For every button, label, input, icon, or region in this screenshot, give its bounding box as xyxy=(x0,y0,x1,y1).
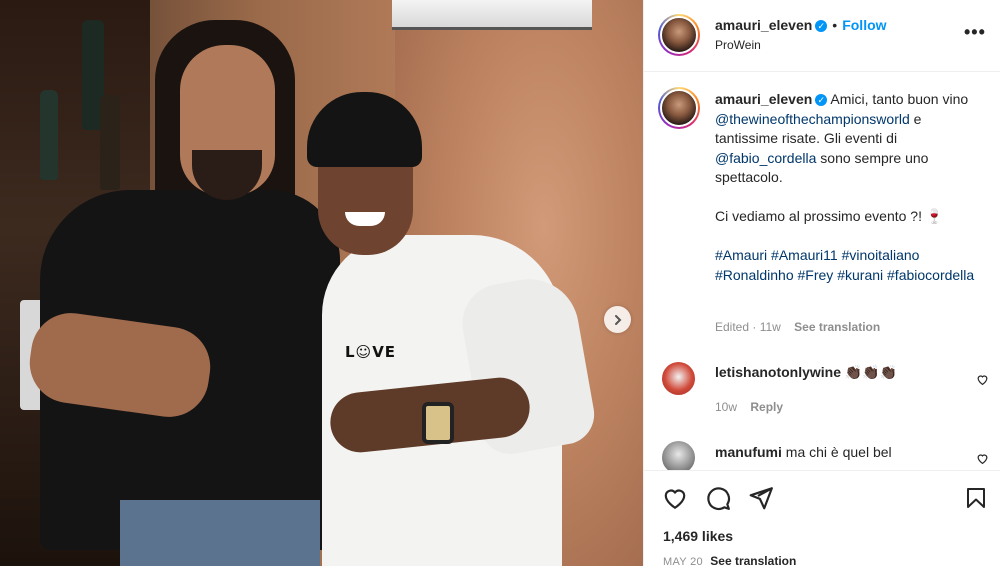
post-photo[interactable]: L☺VE xyxy=(0,0,643,566)
mention-link[interactable]: @fabio_cordella xyxy=(715,150,816,166)
post-location[interactable]: ProWein xyxy=(715,38,761,52)
like-comment-heart-icon[interactable] xyxy=(976,373,989,386)
caption-text-4: Ci vediamo al prossimo evento ?! 🍷 xyxy=(715,208,944,224)
mention-link[interactable]: @thewineofthechampionsworld xyxy=(715,111,910,127)
comment-avatar[interactable] xyxy=(662,362,695,395)
hashtag-link[interactable]: #Frey xyxy=(798,267,834,283)
more-options-icon[interactable]: ••• xyxy=(964,22,986,43)
reply-button[interactable]: Reply xyxy=(750,400,783,414)
hashtag-link[interactable]: #Amauri11 xyxy=(771,247,838,263)
see-translation-link[interactable]: See translation xyxy=(710,554,796,566)
follow-button[interactable]: Follow xyxy=(842,17,886,33)
wristwatch xyxy=(422,402,454,444)
comment-username[interactable]: manufumi xyxy=(715,444,782,460)
verified-badge-icon: ✓ xyxy=(815,19,828,32)
comment-age: 10w xyxy=(715,400,738,414)
hashtag-link[interactable]: #vinoitaliano xyxy=(842,247,920,263)
author-username[interactable]: amauri_eleven xyxy=(715,17,812,33)
shirt-print-text: L☺VE xyxy=(345,343,397,361)
edited-timestamp: Edited · 11w xyxy=(715,320,781,334)
see-translation-link[interactable]: See translation xyxy=(794,320,880,334)
comment-item: manufumi ma chi è quel bel xyxy=(715,444,892,460)
post-header: amauri_eleven ✓ • Follow ProWein ••• xyxy=(644,0,1000,72)
post-date: MAY 20 See translation xyxy=(663,554,796,566)
caption-meta: Edited · 11w See translation xyxy=(715,320,880,334)
caption-text-1: Amici, tanto buon vino xyxy=(830,91,969,107)
heart-icon[interactable] xyxy=(662,485,688,511)
comment-body: ma chi è quel bel xyxy=(785,444,892,460)
chevron-right-icon xyxy=(614,314,621,325)
share-icon[interactable] xyxy=(748,485,774,511)
comment-body: 👏🏿👏🏿👏🏿 xyxy=(844,364,898,380)
post-date-text: MAY 20 xyxy=(663,556,703,566)
air-conditioner xyxy=(392,0,592,30)
comment-meta: 10w Reply xyxy=(715,400,783,414)
separator-dot: • xyxy=(832,17,838,33)
hashtag-link[interactable]: #Ronaldinho xyxy=(715,267,794,283)
likes-count[interactable]: 1,469 likes xyxy=(663,528,733,544)
like-comment-heart-icon[interactable] xyxy=(976,452,989,465)
comment-item: letishanotonlywine 👏🏿👏🏿👏🏿 xyxy=(715,364,897,381)
post-actions: 1,469 likes MAY 20 See translation xyxy=(644,470,1000,566)
person-left-jeans xyxy=(120,500,320,566)
hashtag-link[interactable]: #fabiocordella xyxy=(887,267,974,283)
save-bookmark-icon[interactable] xyxy=(964,485,988,511)
post-side-panel: amauri_eleven ✓ • Follow ProWein ••• amauri… xyxy=(643,0,1000,566)
comment-icon[interactable] xyxy=(705,485,731,511)
next-photo-button[interactable] xyxy=(604,306,631,333)
hashtag-link[interactable]: #Amauri xyxy=(715,247,767,263)
hashtag-link[interactable]: #kurani xyxy=(837,267,883,283)
author-avatar[interactable] xyxy=(658,14,700,56)
author-line: amauri_eleven ✓ • Follow xyxy=(715,17,887,35)
comment-username[interactable]: letishanotonlywine xyxy=(715,364,841,380)
verified-badge-icon: ✓ xyxy=(815,94,828,107)
caption-username[interactable]: amauri_eleven xyxy=(715,91,812,107)
post-caption: amauri_eleven ✓ Amici, tanto buon vino @t… xyxy=(715,90,985,285)
caption-author-avatar[interactable] xyxy=(658,87,700,129)
